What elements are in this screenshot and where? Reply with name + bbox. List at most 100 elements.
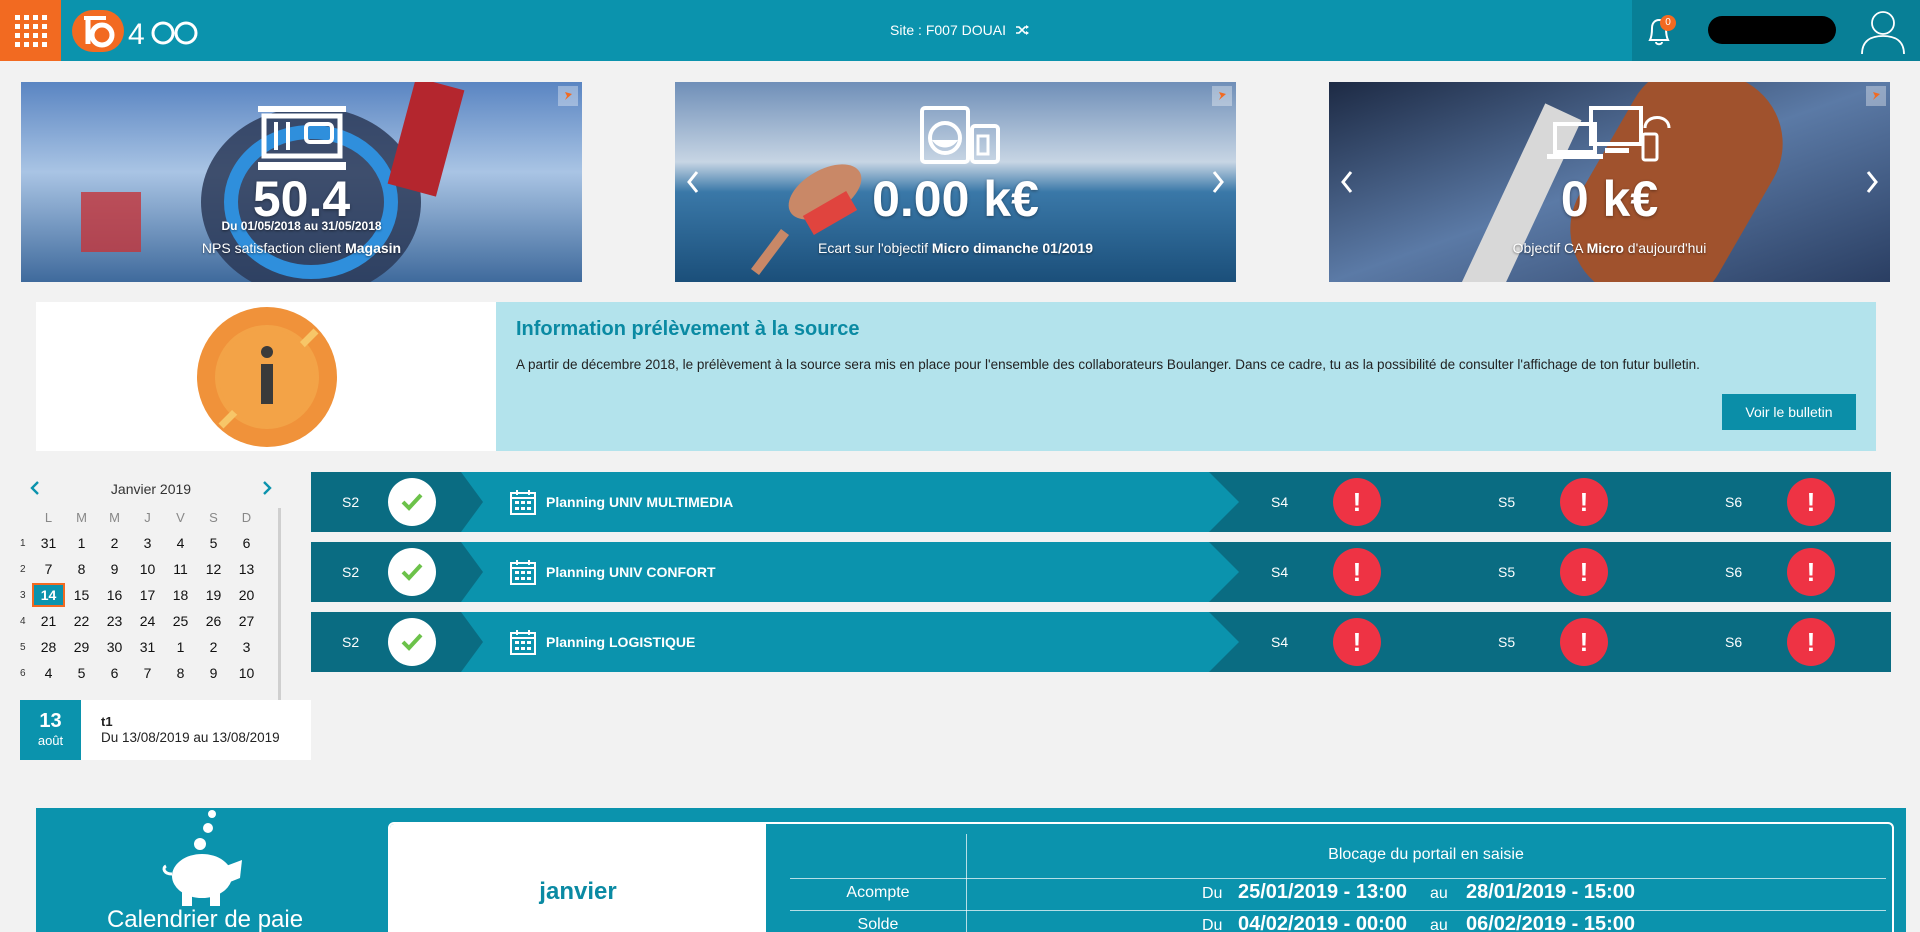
appliances-icon [919,106,1000,164]
calendar-day[interactable]: 21 [32,613,65,629]
calendar-day[interactable]: 4 [164,535,197,551]
week-number: 4 [20,615,26,627]
calendar-day[interactable]: 20 [230,587,263,603]
planning-week-label: S6 [1725,494,1743,510]
alert-icon[interactable]: ! [1560,618,1608,666]
calendar-day[interactable]: 5 [65,665,98,681]
notifications-button[interactable]: 0 [1642,12,1678,50]
user-name-redacted[interactable] [1708,16,1836,44]
alert-icon[interactable]: ! [1787,478,1835,526]
calendar-next-month-icon[interactable] [258,480,274,496]
calendar-day[interactable]: 23 [98,613,131,629]
calendar-day[interactable]: 24 [131,613,164,629]
piggy-bank-icon [162,810,242,906]
banner-objective-today[interactable]: 0 k€ Objectif CA Micro d'aujourd'hui [1329,82,1890,282]
caption-text: NPS satisfaction client [201,240,346,256]
planning-row[interactable]: S2 Planning UNIV CONFORT S4! S5! S6! [311,542,1891,602]
calendar-day[interactable]: 6 [98,665,131,681]
info-title: Information prélèvement à la source [516,318,860,340]
alert-icon[interactable]: ! [1560,548,1608,596]
calendar-icon [510,490,536,515]
planning-title[interactable]: Planning UNIV CONFORT [546,564,716,580]
calendar-day[interactable]: 16 [98,587,131,603]
payroll-row-solde: Solde Du 04/02/2019 - 00:00 au 06/02/201… [790,912,1886,932]
from-date: 25/01/2019 - 13:00 [1238,881,1408,903]
day-header: D [241,509,252,525]
banner-objective-sunday[interactable]: 0.00 k€ Ecart sur l'objectif Micro diman… [675,82,1236,282]
calendar-day[interactable]: 10 [230,665,263,681]
planning-week-label: S4 [1271,634,1289,650]
calendar-week-row: 6 4 5 6 7 8 9 10 [20,660,282,686]
calendar-day[interactable]: 3 [131,535,164,551]
calendar-day[interactable]: 2 [98,535,131,551]
calendar-day[interactable]: 26 [197,613,230,629]
calendar-day[interactable]: 27 [230,613,263,629]
calendar-day[interactable]: 31 [131,639,164,655]
calendar-day[interactable]: 5 [197,535,230,551]
calendar-icon [510,630,536,655]
alert-icon[interactable]: ! [1787,618,1835,666]
calendar-day[interactable]: 1 [164,639,197,655]
b400-logo[interactable]: 4 [70,8,210,54]
calendar-day[interactable]: 7 [131,665,164,681]
pin-icon[interactable] [558,86,578,106]
calendar-day[interactable]: 1 [65,535,98,551]
alert-icon[interactable]: ! [1333,478,1381,526]
planning-title[interactable]: Planning UNIV MULTIMEDIA [546,494,733,510]
event-range: Du 13/08/2019 au 13/08/2019 [101,730,280,745]
calendar-day[interactable]: 9 [98,561,131,577]
calendar-week-row: 3 14 15 16 17 18 19 20 [20,582,282,608]
alert-icon[interactable]: ! [1560,478,1608,526]
user-avatar-icon[interactable] [1858,8,1908,54]
calendar-day[interactable]: 31 [32,535,65,551]
calendar-day[interactable]: 28 [32,639,65,655]
calendar-day-headers: L M M J V S D [20,504,282,530]
calendar-day[interactable]: 3 [230,639,263,655]
apps-menu-button[interactable] [0,0,61,61]
calendar-day[interactable]: 13 [230,561,263,577]
banner-caption: Ecart sur l'objectif Micro dimanche 01/2… [675,240,1236,256]
calendar-day[interactable]: 22 [65,613,98,629]
calendar-day[interactable]: 4 [32,665,65,681]
row-label: Solde [857,916,899,932]
planning-week-label: S5 [1498,564,1516,580]
calendar-day[interactable]: 6 [230,535,263,551]
calendar-day[interactable]: 8 [65,561,98,577]
calendar-day[interactable]: 29 [65,639,98,655]
calendar-day[interactable]: 12 [197,561,230,577]
event-month: août [37,733,64,748]
calendar-scrollbar[interactable] [278,508,281,702]
calendar-day[interactable]: 7 [32,561,65,577]
calendar-day[interactable]: 8 [164,665,197,681]
view-payslip-button[interactable]: Voir le bulletin [1722,394,1856,430]
event-item[interactable]: 13 août t1 Du 13/08/2019 au 13/08/2019 [20,700,311,760]
calendar-day-today[interactable]: 14 [32,583,65,607]
calendar-day[interactable]: 19 [197,587,230,603]
info-panel: Information prélèvement à la source A pa… [36,302,1876,451]
calendar-day[interactable]: 17 [131,587,164,603]
calendar-day[interactable]: 10 [131,561,164,577]
calendar-day[interactable]: 18 [164,587,197,603]
alert-icon[interactable]: ! [1333,548,1381,596]
calendar-day[interactable]: 30 [98,639,131,655]
calendar-day[interactable]: 15 [65,587,98,603]
site-label: Site : F007 DOUAI [890,22,1006,38]
site-selector[interactable]: Site : F007 DOUAI [890,22,1030,38]
planning-row[interactable]: S2 Planning UNIV MULTIMEDIA S4! S5! S6! [311,472,1891,532]
banner-nps[interactable]: 50.4 Du 01/05/2018 au 31/05/2018 NPS sat… [21,82,582,282]
calendar-day[interactable]: 25 [164,613,197,629]
planning-title[interactable]: Planning LOGISTIQUE [546,634,695,650]
calendar-day[interactable]: 9 [197,665,230,681]
calendar-day[interactable]: 2 [197,639,230,655]
pin-icon[interactable] [1212,86,1232,106]
planning-first-week: S2 [342,564,360,580]
payroll-calendar-panel: Calendrier de paie janvier Blocage du po… [36,808,1906,932]
planning-first-week: S2 [342,494,360,510]
check-icon [388,478,436,526]
alert-icon[interactable]: ! [1787,548,1835,596]
alert-icon[interactable]: ! [1333,618,1381,666]
calendar-day[interactable]: 11 [164,561,197,577]
planning-row[interactable]: S2 Planning LOGISTIQUE S4! S5! S6! [311,612,1891,672]
pin-icon[interactable] [1866,86,1886,106]
calendar-week-row: 1 31 1 2 3 4 5 6 [20,530,282,556]
